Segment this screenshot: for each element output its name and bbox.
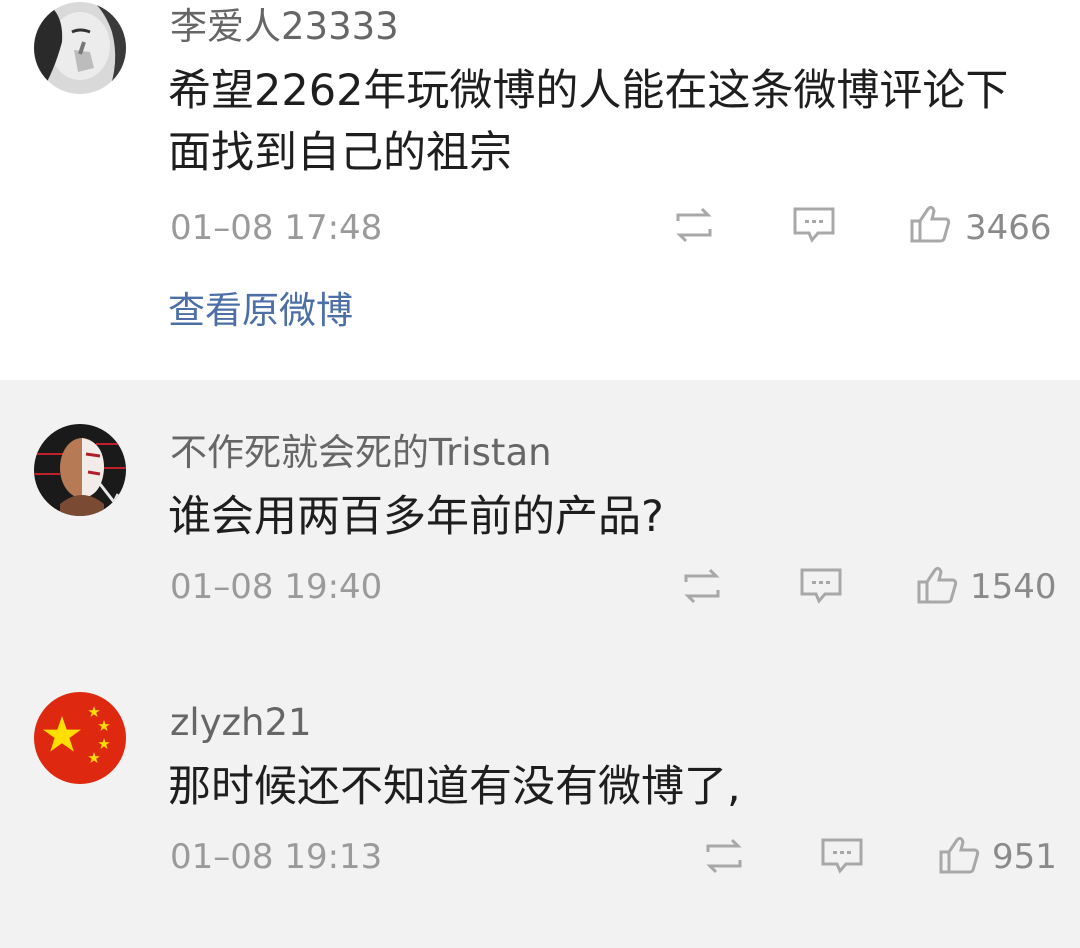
comment-item: 不作死就会死的Tristan 谁会用两百多年前的产品? 01–08 19:40 … — [0, 380, 1080, 648]
thumbs-up-icon[interactable] — [908, 203, 952, 243]
person-covering-mouth-avatar — [34, 2, 126, 94]
comment-item: zlyzh21 那时候还不知道有没有微博了, 01–08 19:13 951 — [0, 648, 1080, 948]
repost-icon[interactable] — [680, 566, 724, 606]
comment-icon[interactable] — [792, 205, 836, 245]
comment-text: 那时候还不知道有没有微博了, — [168, 762, 741, 812]
comment-icon[interactable] — [820, 836, 864, 876]
thumbs-up-icon[interactable] — [915, 564, 959, 604]
like-count: 1540 — [970, 567, 1057, 607]
masked-face-avatar — [34, 424, 126, 516]
username[interactable]: zlyzh21 — [170, 704, 312, 741]
china-flag-avatar — [34, 692, 126, 784]
avatar[interactable] — [34, 424, 126, 516]
comment-text: 希望2262年玩微博的人能在这条微博评论下面找到自己的祖宗 — [168, 66, 1009, 178]
timestamp: 01–08 19:13 — [170, 837, 383, 877]
username[interactable]: 李爱人23333 — [170, 8, 399, 45]
like-count: 3466 — [965, 208, 1052, 248]
thumbs-up-icon[interactable] — [937, 834, 981, 874]
view-original-link[interactable]: 查看原微博 — [168, 292, 353, 329]
avatar[interactable] — [34, 2, 126, 94]
repost-icon[interactable] — [672, 205, 716, 245]
avatar[interactable] — [34, 692, 126, 784]
timestamp: 01–08 17:48 — [170, 208, 383, 248]
timestamp: 01–08 19:40 — [170, 567, 383, 607]
like-count: 951 — [992, 837, 1057, 877]
repost-icon[interactable] — [702, 836, 746, 876]
comment-icon[interactable] — [799, 566, 843, 606]
comment-item: 李爱人23333 希望2262年玩微博的人能在这条微博评论下面找到自己的祖宗 0… — [0, 0, 1080, 380]
username[interactable]: 不作死就会死的Tristan — [170, 434, 552, 471]
comment-text: 谁会用两百多年前的产品? — [168, 492, 664, 542]
